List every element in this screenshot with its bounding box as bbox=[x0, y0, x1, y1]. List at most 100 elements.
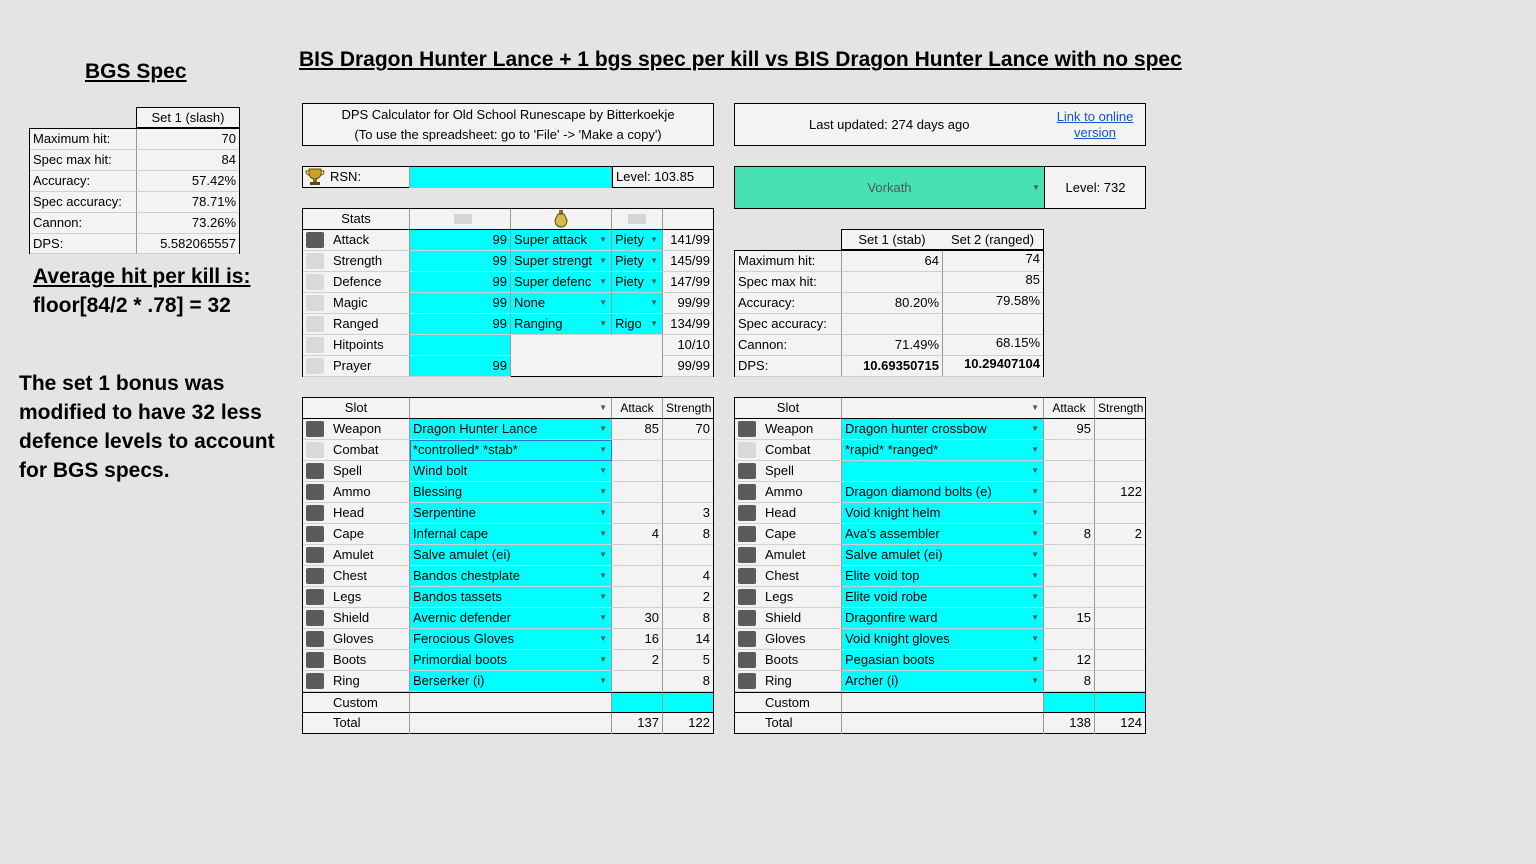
slot-name: Boots bbox=[735, 650, 842, 671]
slot-icon bbox=[738, 673, 756, 689]
stat-level-input[interactable] bbox=[410, 335, 511, 356]
potion-select[interactable]: Super defenc ▼ bbox=[511, 272, 612, 293]
prayer-value: Piety bbox=[615, 232, 644, 247]
slot-icon bbox=[306, 442, 324, 458]
custom-attack-input[interactable] bbox=[1044, 692, 1095, 713]
slot-icon bbox=[738, 484, 756, 500]
result-set1-value: 71.49% bbox=[842, 335, 943, 356]
gear-item-select[interactable]: Dragon diamond bolts (e) ▼ bbox=[842, 482, 1044, 503]
gear-item-select[interactable]: Bandos tassets ▼ bbox=[410, 587, 612, 608]
gear-item-select[interactable]: Avernic defender ▼ bbox=[410, 608, 612, 629]
gear-table-set2: Slot ▼ Attack Strength Weapon Dragon hunter c… bbox=[734, 397, 1146, 734]
gear-strength-bonus: 8 bbox=[663, 608, 713, 629]
prayer-select[interactable]: Piety ▼ bbox=[612, 272, 663, 293]
gear-item-select[interactable]: Pegasian boots ▼ bbox=[842, 650, 1044, 671]
gear-item-select[interactable]: ▼ bbox=[842, 461, 1044, 482]
potion-select[interactable]: None ▼ bbox=[511, 293, 612, 314]
gear-item-value: Bandos chestplate bbox=[413, 568, 520, 583]
slot-name: Amulet bbox=[735, 545, 842, 566]
prayer-select[interactable]: Piety ▼ bbox=[612, 230, 663, 251]
slot-icon bbox=[306, 631, 324, 647]
gear-item-value: *controlled* *stab* bbox=[413, 442, 518, 457]
slot-icon bbox=[306, 652, 324, 668]
gear-strength-bonus: 8 bbox=[663, 671, 713, 692]
gear-item-select[interactable]: Dragonfire ward ▼ bbox=[842, 608, 1044, 629]
chevron-down-icon: ▼ bbox=[1031, 445, 1039, 454]
gear-item-select[interactable]: Dragon hunter crossbow ▼ bbox=[842, 419, 1044, 440]
gear-item-select[interactable]: Bandos chestplate ▼ bbox=[410, 566, 612, 587]
gear-item-value: Wind bolt bbox=[413, 463, 468, 478]
bgs-set-header: Set 1 (slash) bbox=[136, 107, 240, 128]
last-updated-text: Last updated: 274 days ago bbox=[809, 117, 970, 132]
stat-level-input[interactable]: 99 bbox=[410, 293, 511, 314]
custom-attack-input[interactable] bbox=[612, 692, 663, 713]
trophy-icon bbox=[305, 168, 325, 186]
gear-item-value: Salve amulet (ei) bbox=[845, 547, 943, 562]
prayer-select[interactable]: ▼ bbox=[612, 293, 663, 314]
online-version-link[interactable]: Link to online version bbox=[1053, 109, 1137, 141]
slot-name: Weapon bbox=[303, 419, 410, 440]
chevron-down-icon: ▼ bbox=[1031, 508, 1039, 517]
custom-strength-input[interactable] bbox=[663, 692, 713, 713]
gear-strength-bonus: 2 bbox=[663, 587, 713, 608]
gear-item-select[interactable]: Archer (i) ▼ bbox=[842, 671, 1044, 692]
chevron-down-icon: ▼ bbox=[599, 424, 607, 433]
slot-icon bbox=[738, 442, 756, 458]
gear-item-value: Ferocious Gloves bbox=[413, 631, 515, 646]
gear-item-select[interactable]: Salve amulet (ei) ▼ bbox=[842, 545, 1044, 566]
gear-attack-bonus bbox=[612, 587, 663, 608]
stat-level-input[interactable]: 99 bbox=[410, 230, 511, 251]
stat-level-input[interactable]: 99 bbox=[410, 314, 511, 335]
stat-level-input[interactable]: 99 bbox=[410, 272, 511, 293]
gear-item-select[interactable]: Berserker (i) ▼ bbox=[410, 671, 612, 692]
slot-icon bbox=[738, 568, 756, 584]
gear-strength-bonus: 4 bbox=[663, 566, 713, 587]
gear-table-set1: Slot ▼ Attack Strength Weapon Dragon Hunter L… bbox=[302, 397, 714, 734]
gear-item-select[interactable]: Void knight helm ▼ bbox=[842, 503, 1044, 524]
average-hit-heading: Average hit per kill is: bbox=[33, 265, 251, 288]
chevron-down-icon: ▼ bbox=[1031, 676, 1039, 685]
item-filter[interactable]: ▼ bbox=[410, 398, 612, 419]
stat-name: Defence bbox=[303, 272, 410, 293]
gear-item-select[interactable]: Primordial boots ▼ bbox=[410, 650, 612, 671]
stat-level-input[interactable]: 99 bbox=[410, 251, 511, 272]
gear-item-select[interactable]: Elite void robe ▼ bbox=[842, 587, 1044, 608]
slot-icon bbox=[738, 589, 756, 605]
gear-item-select[interactable]: *controlled* *stab* ▼ bbox=[410, 440, 612, 461]
gear-strength-bonus: 14 bbox=[663, 629, 713, 650]
gear-attack-bonus bbox=[612, 545, 663, 566]
result-label: DPS: bbox=[735, 356, 842, 377]
gear-item-select[interactable]: Infernal cape ▼ bbox=[410, 524, 612, 545]
chevron-down-icon: ▼ bbox=[1032, 183, 1040, 192]
potion-select[interactable]: Super strengt ▼ bbox=[511, 251, 612, 272]
rsn-label: RSN: bbox=[327, 167, 410, 188]
gear-item-select[interactable]: Dragon Hunter Lance ▼ bbox=[410, 419, 612, 440]
potion-value: Super defenc bbox=[514, 274, 592, 289]
gear-strength-bonus bbox=[1095, 587, 1145, 608]
chevron-down-icon: ▼ bbox=[599, 508, 607, 517]
gear-strength-bonus bbox=[1095, 566, 1145, 587]
gear-item-select[interactable]: Elite void top ▼ bbox=[842, 566, 1044, 587]
potion-select[interactable]: Ranging ▼ bbox=[511, 314, 612, 335]
rsn-input[interactable] bbox=[410, 167, 612, 188]
item-filter[interactable]: ▼ bbox=[842, 398, 1044, 419]
slot-icon bbox=[306, 505, 324, 521]
gear-item-select[interactable]: Serpentine ▼ bbox=[410, 503, 612, 524]
stat-level-input[interactable]: 99 bbox=[410, 356, 511, 377]
gear-item-select[interactable]: Void knight gloves ▼ bbox=[842, 629, 1044, 650]
potion-select[interactable]: Super attack ▼ bbox=[511, 230, 612, 251]
page-title: BIS Dragon Hunter Lance + 1 bgs spec per… bbox=[299, 48, 1182, 71]
prayer-select[interactable]: Rigo ▼ bbox=[612, 314, 663, 335]
gear-attack-bonus: 30 bbox=[612, 608, 663, 629]
prayer-select[interactable]: Piety ▼ bbox=[612, 251, 663, 272]
gear-item-select[interactable]: Blessing ▼ bbox=[410, 482, 612, 503]
gear-item-select[interactable]: Ava's assembler ▼ bbox=[842, 524, 1044, 545]
gear-item-select[interactable]: Wind bolt ▼ bbox=[410, 461, 612, 482]
gear-item-select[interactable]: Ferocious Gloves ▼ bbox=[410, 629, 612, 650]
monster-select[interactable]: Vorkath ▼ bbox=[735, 167, 1044, 208]
gear-item-select[interactable]: Salve amulet (ei) ▼ bbox=[410, 545, 612, 566]
gear-item-select[interactable]: *rapid* *ranged* ▼ bbox=[842, 440, 1044, 461]
custom-strength-input[interactable] bbox=[1095, 692, 1145, 713]
result-set2-value bbox=[943, 314, 1043, 335]
potion-value: Super strengt bbox=[514, 253, 593, 268]
